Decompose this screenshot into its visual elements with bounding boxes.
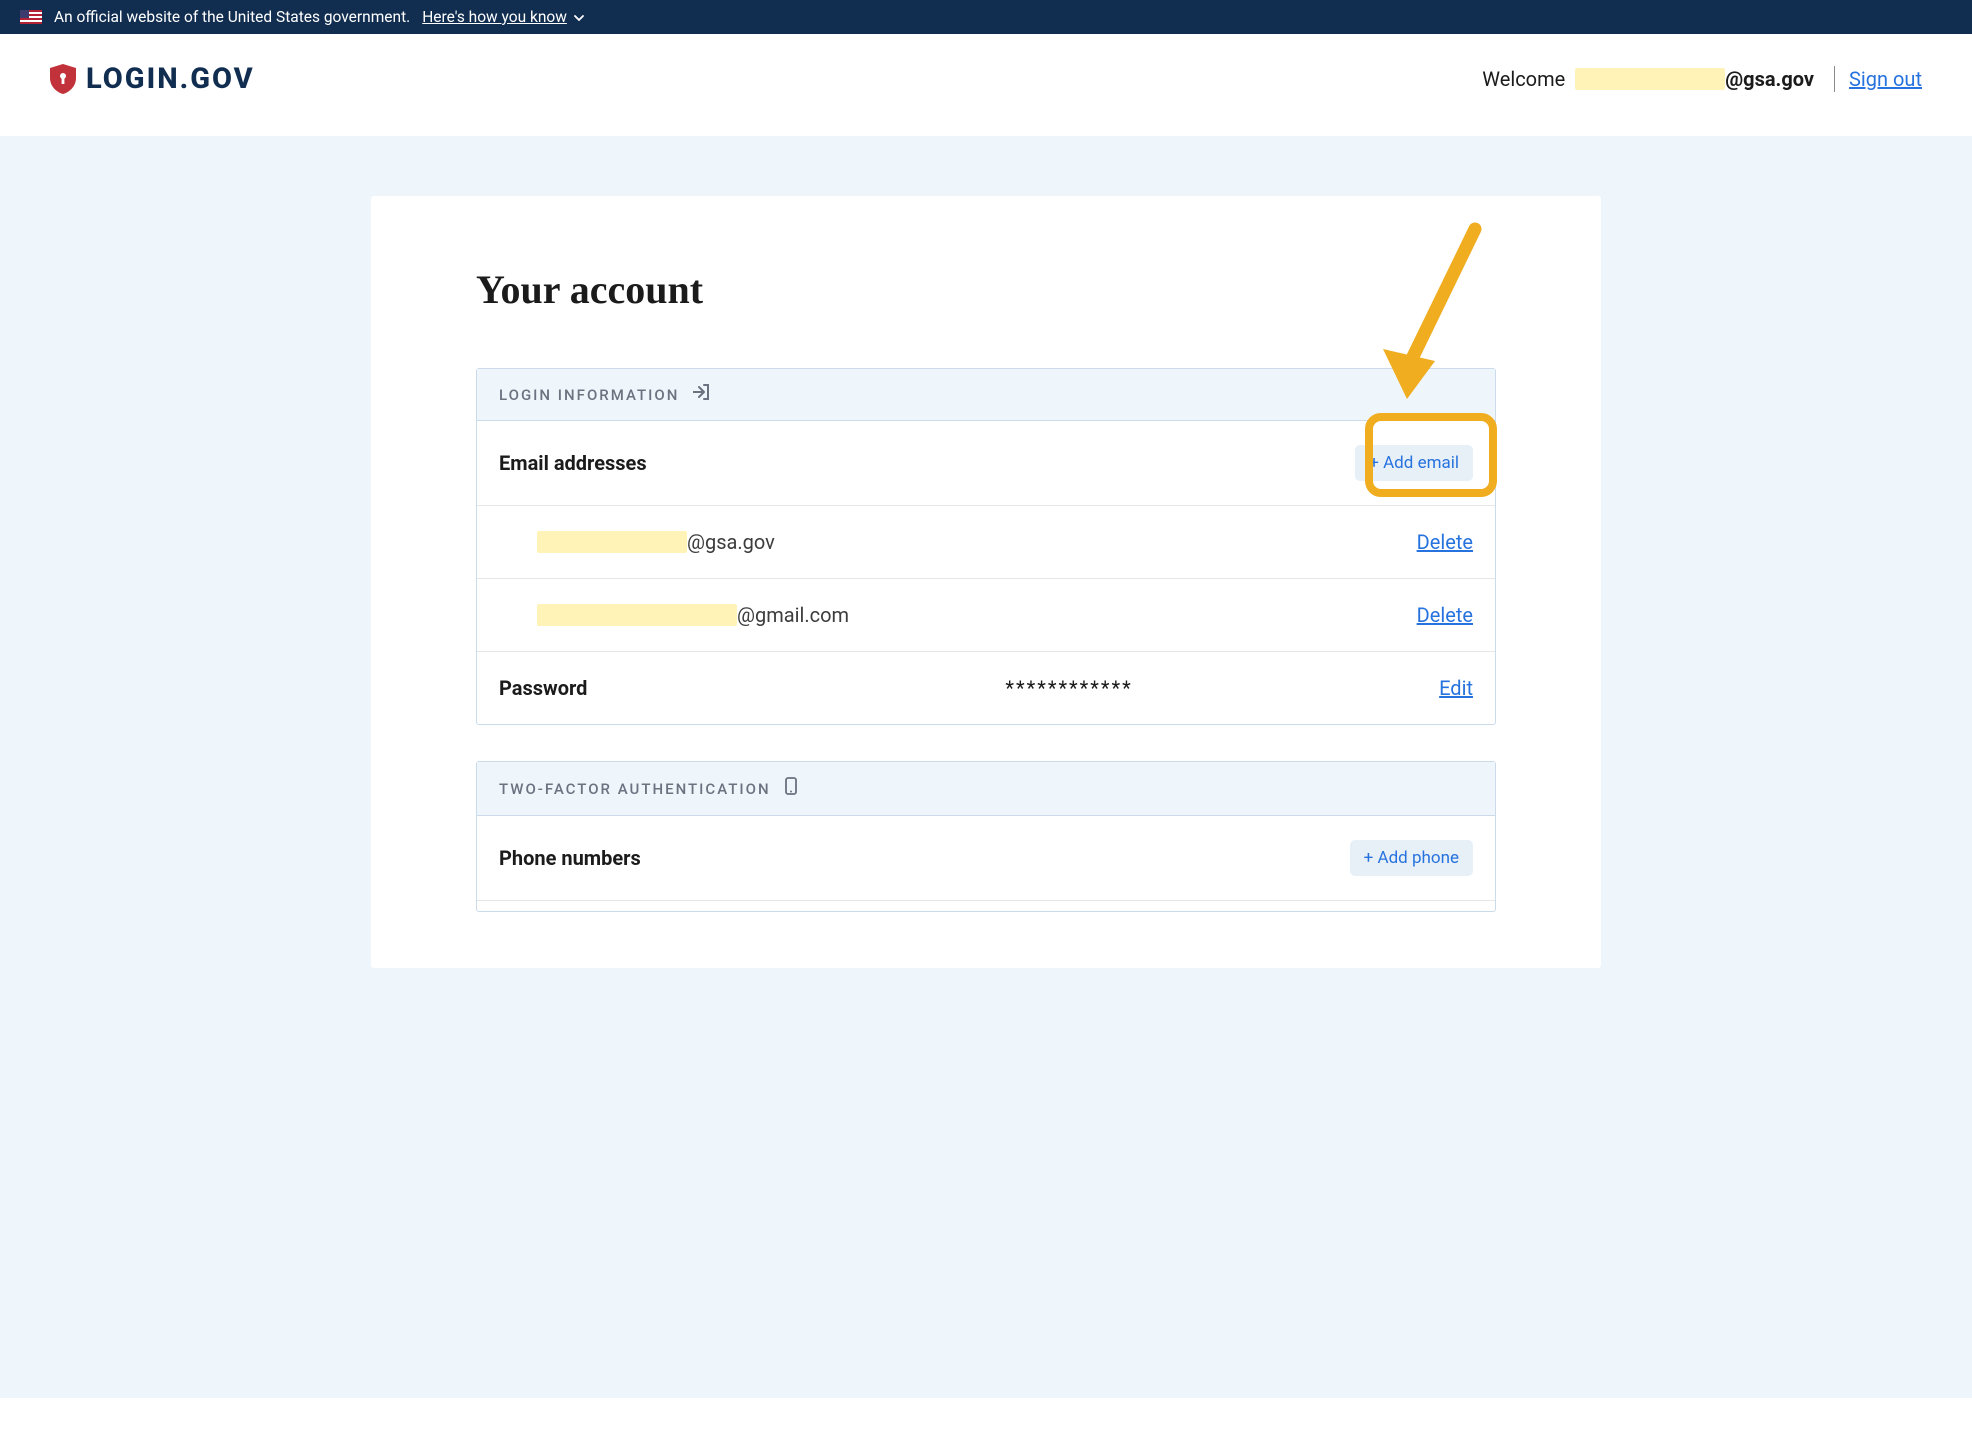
email-addresses-row: Email addresses + Add email (477, 421, 1495, 506)
redacted-email-local-1 (537, 604, 737, 626)
sign-out-link[interactable]: Sign out (1849, 67, 1922, 91)
twofa-header: TWO-FACTOR AUTHENTICATION (477, 762, 1495, 816)
delete-email-0[interactable]: Delete (1417, 530, 1473, 554)
password-label: Password (499, 676, 699, 700)
phone-icon (785, 777, 797, 800)
site-header: LOGIN.GOV Welcome @gsa.gov Sign out (0, 34, 1972, 136)
logo-text: LOGIN.GOV (86, 62, 255, 96)
email-row-0: @gsa.gov Delete (477, 506, 1495, 579)
password-masked: ************ (699, 676, 1439, 700)
add-email-button[interactable]: + Add email (1355, 445, 1473, 481)
us-flag-icon (20, 10, 42, 24)
twofa-panel: TWO-FACTOR AUTHENTICATION Phone numbers … (476, 761, 1496, 912)
edit-password-link[interactable]: Edit (1439, 676, 1473, 700)
how-you-know-link[interactable]: Here's how you know (422, 8, 583, 26)
delete-email-1[interactable]: Delete (1417, 603, 1473, 627)
email-domain-1: @gmail.com (737, 603, 849, 627)
divider (1834, 66, 1835, 92)
chevron-down-icon (573, 12, 583, 22)
email-domain-0: @gsa.gov (687, 530, 775, 554)
phone-numbers-label: Phone numbers (499, 846, 641, 870)
add-phone-button[interactable]: + Add phone (1350, 840, 1473, 876)
gov-banner: An official website of the United States… (0, 0, 1972, 34)
welcome-email-domain: @gsa.gov (1725, 67, 1814, 91)
main-background: Your account LOGIN INFORMATION (0, 136, 1972, 1398)
shield-icon (50, 64, 76, 94)
gov-banner-text: An official website of the United States… (54, 8, 410, 26)
logo[interactable]: LOGIN.GOV (50, 62, 255, 96)
welcome-prefix: Welcome (1482, 67, 1565, 91)
login-info-heading: LOGIN INFORMATION (499, 386, 679, 404)
login-icon (693, 384, 709, 405)
phone-numbers-row: Phone numbers + Add phone (477, 816, 1495, 901)
page-title: Your account (476, 266, 1496, 313)
email-row-1: @gmail.com Delete (477, 579, 1495, 652)
login-info-header: LOGIN INFORMATION (477, 369, 1495, 421)
welcome-block: Welcome @gsa.gov Sign out (1482, 66, 1922, 92)
redacted-email-local-0 (537, 531, 687, 553)
redacted-username (1575, 68, 1725, 90)
phone-placeholder-row (477, 901, 1495, 911)
how-you-know-label: Here's how you know (422, 8, 567, 26)
password-row: Password ************ Edit (477, 652, 1495, 724)
login-info-panel: LOGIN INFORMATION Email addresses + Add … (476, 368, 1496, 725)
email-addresses-label: Email addresses (499, 451, 647, 475)
account-card: Your account LOGIN INFORMATION (371, 196, 1601, 968)
twofa-heading: TWO-FACTOR AUTHENTICATION (499, 780, 771, 798)
